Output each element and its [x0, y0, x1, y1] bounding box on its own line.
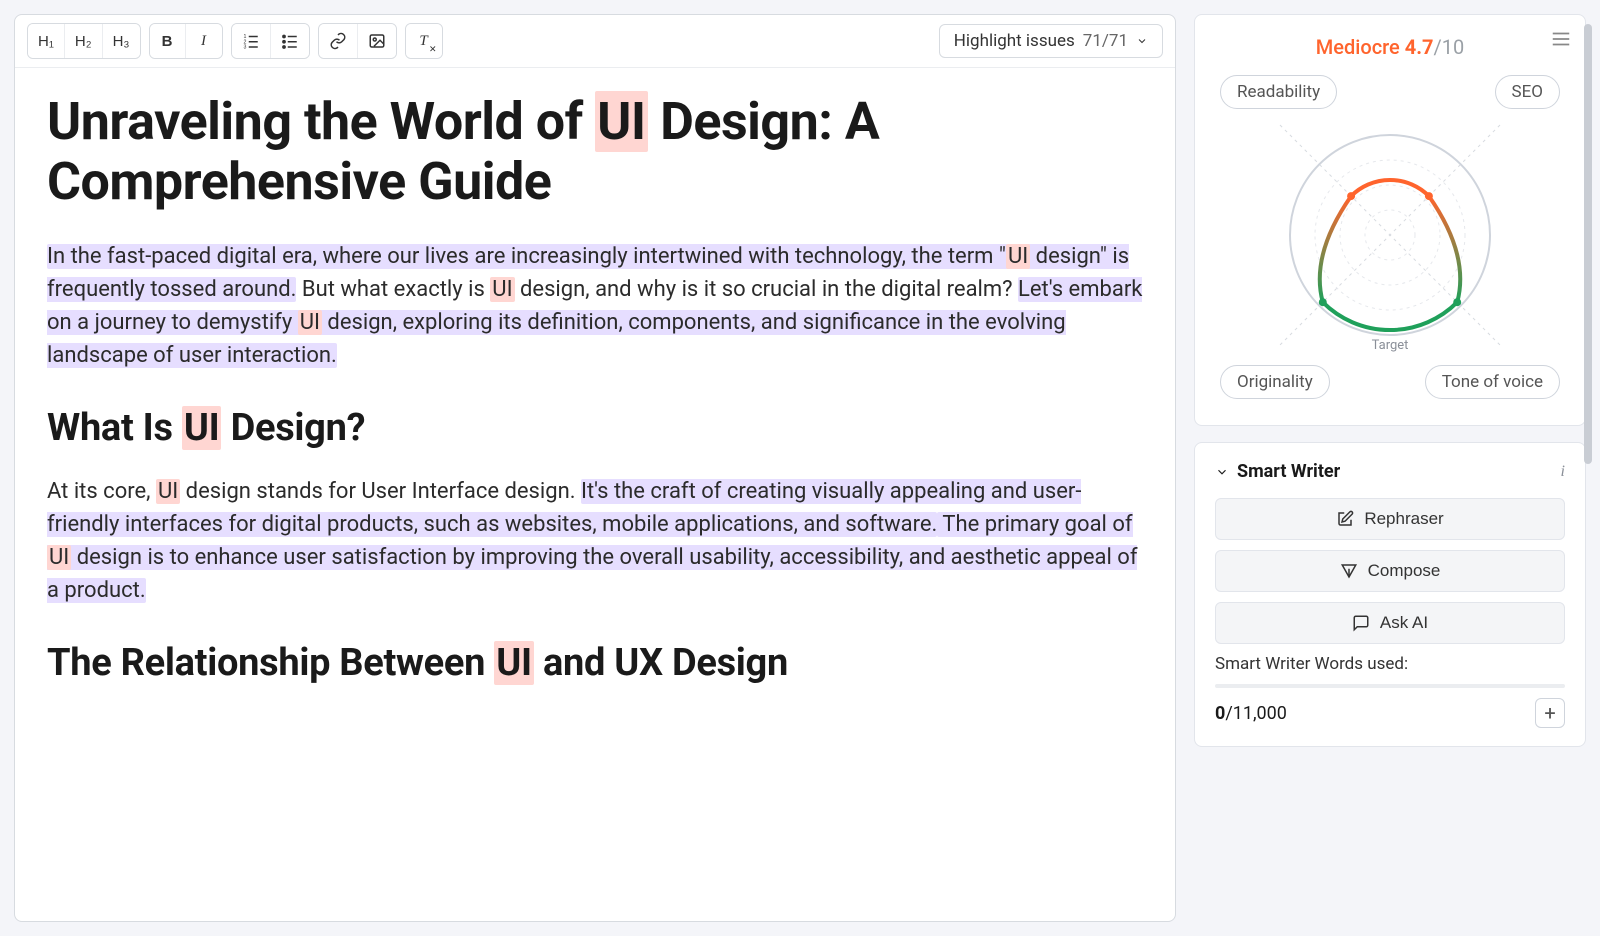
svg-text:3: 3	[243, 45, 246, 51]
highlight-issues-dropdown[interactable]: Highlight issues 71/71	[939, 24, 1163, 58]
metric-seo-pill[interactable]: SEO	[1495, 75, 1560, 109]
keyword-highlight: UI	[47, 545, 71, 570]
toolbar: H₁ H₂ H₃ B I 123	[15, 15, 1175, 68]
radar-chart	[1270, 115, 1510, 355]
words-used-value: 0	[1215, 703, 1225, 724]
keyword-highlight: UI	[156, 479, 180, 504]
document-title[interactable]: Unraveling the World of UI Design: A Com…	[47, 92, 1143, 212]
italic-button[interactable]: I	[186, 24, 222, 58]
chevron-down-icon	[1136, 35, 1148, 47]
keyword-highlight: UI	[182, 406, 222, 450]
smart-writer-title: Smart Writer	[1237, 461, 1340, 482]
highlight-issues-count: 71/71	[1083, 31, 1128, 51]
score-title: Mediocre 4.7/10	[1316, 35, 1464, 59]
heading-3-button[interactable]: H₃	[103, 24, 140, 58]
metric-tone-pill[interactable]: Tone of voice	[1425, 365, 1560, 399]
heading-2[interactable]: The Relationship Between UI and UX Desig…	[47, 635, 1143, 692]
editor-panel: H₁ H₂ H₃ B I 123	[14, 14, 1176, 922]
editor-content[interactable]: Unraveling the World of UI Design: A Com…	[15, 68, 1175, 734]
words-total-value: /11,000	[1225, 703, 1287, 724]
info-icon[interactable]: i	[1561, 463, 1565, 481]
highlight-issues-label: Highlight issues	[954, 31, 1075, 51]
heading-1-button[interactable]: H₁	[28, 24, 65, 58]
chat-icon	[1352, 614, 1370, 632]
compose-icon	[1340, 562, 1358, 580]
menu-button[interactable]	[1550, 28, 1572, 54]
metric-originality-pill[interactable]: Originality	[1220, 365, 1330, 399]
ask-ai-button[interactable]: Ask AI	[1215, 602, 1565, 644]
numbered-list-button[interactable]: 123	[232, 24, 271, 58]
keyword-highlight: UI	[298, 310, 322, 335]
paragraph[interactable]: At its core, UI design stands for User I…	[47, 475, 1143, 607]
side-panel: Mediocre 4.7/10 Readability SEO Original…	[1194, 14, 1586, 922]
words-usage-bar	[1215, 684, 1565, 688]
metric-readability-pill[interactable]: Readability	[1220, 75, 1337, 109]
heading-2-button[interactable]: H₂	[65, 24, 103, 58]
image-button[interactable]	[358, 24, 396, 58]
score-card: Mediocre 4.7/10 Readability SEO Original…	[1194, 14, 1586, 426]
bullet-list-button[interactable]	[271, 24, 309, 58]
link-button[interactable]	[319, 24, 358, 58]
heading-2[interactable]: What Is UI Design?	[47, 400, 1143, 457]
words-used-label: Smart Writer Words used:	[1215, 654, 1565, 674]
keyword-highlight: UI	[490, 277, 514, 302]
chevron-down-icon[interactable]	[1215, 465, 1229, 479]
keyword-highlight: UI	[494, 641, 534, 685]
keyword-highlight: UI	[595, 91, 648, 152]
scrollbar[interactable]	[1584, 24, 1592, 464]
paragraph[interactable]: In the fast-paced digital era, where our…	[47, 240, 1143, 372]
rephraser-icon	[1336, 510, 1354, 528]
compose-button[interactable]: Compose	[1215, 550, 1565, 592]
clear-formatting-button[interactable]: T✕	[406, 24, 442, 58]
add-words-button[interactable]: +	[1535, 698, 1565, 728]
bold-button[interactable]: B	[150, 24, 186, 58]
smart-writer-card: Smart Writer i Rephraser Compose Ask AI …	[1194, 442, 1586, 747]
rephraser-button[interactable]: Rephraser	[1215, 498, 1565, 540]
keyword-highlight: UI	[1006, 244, 1030, 269]
